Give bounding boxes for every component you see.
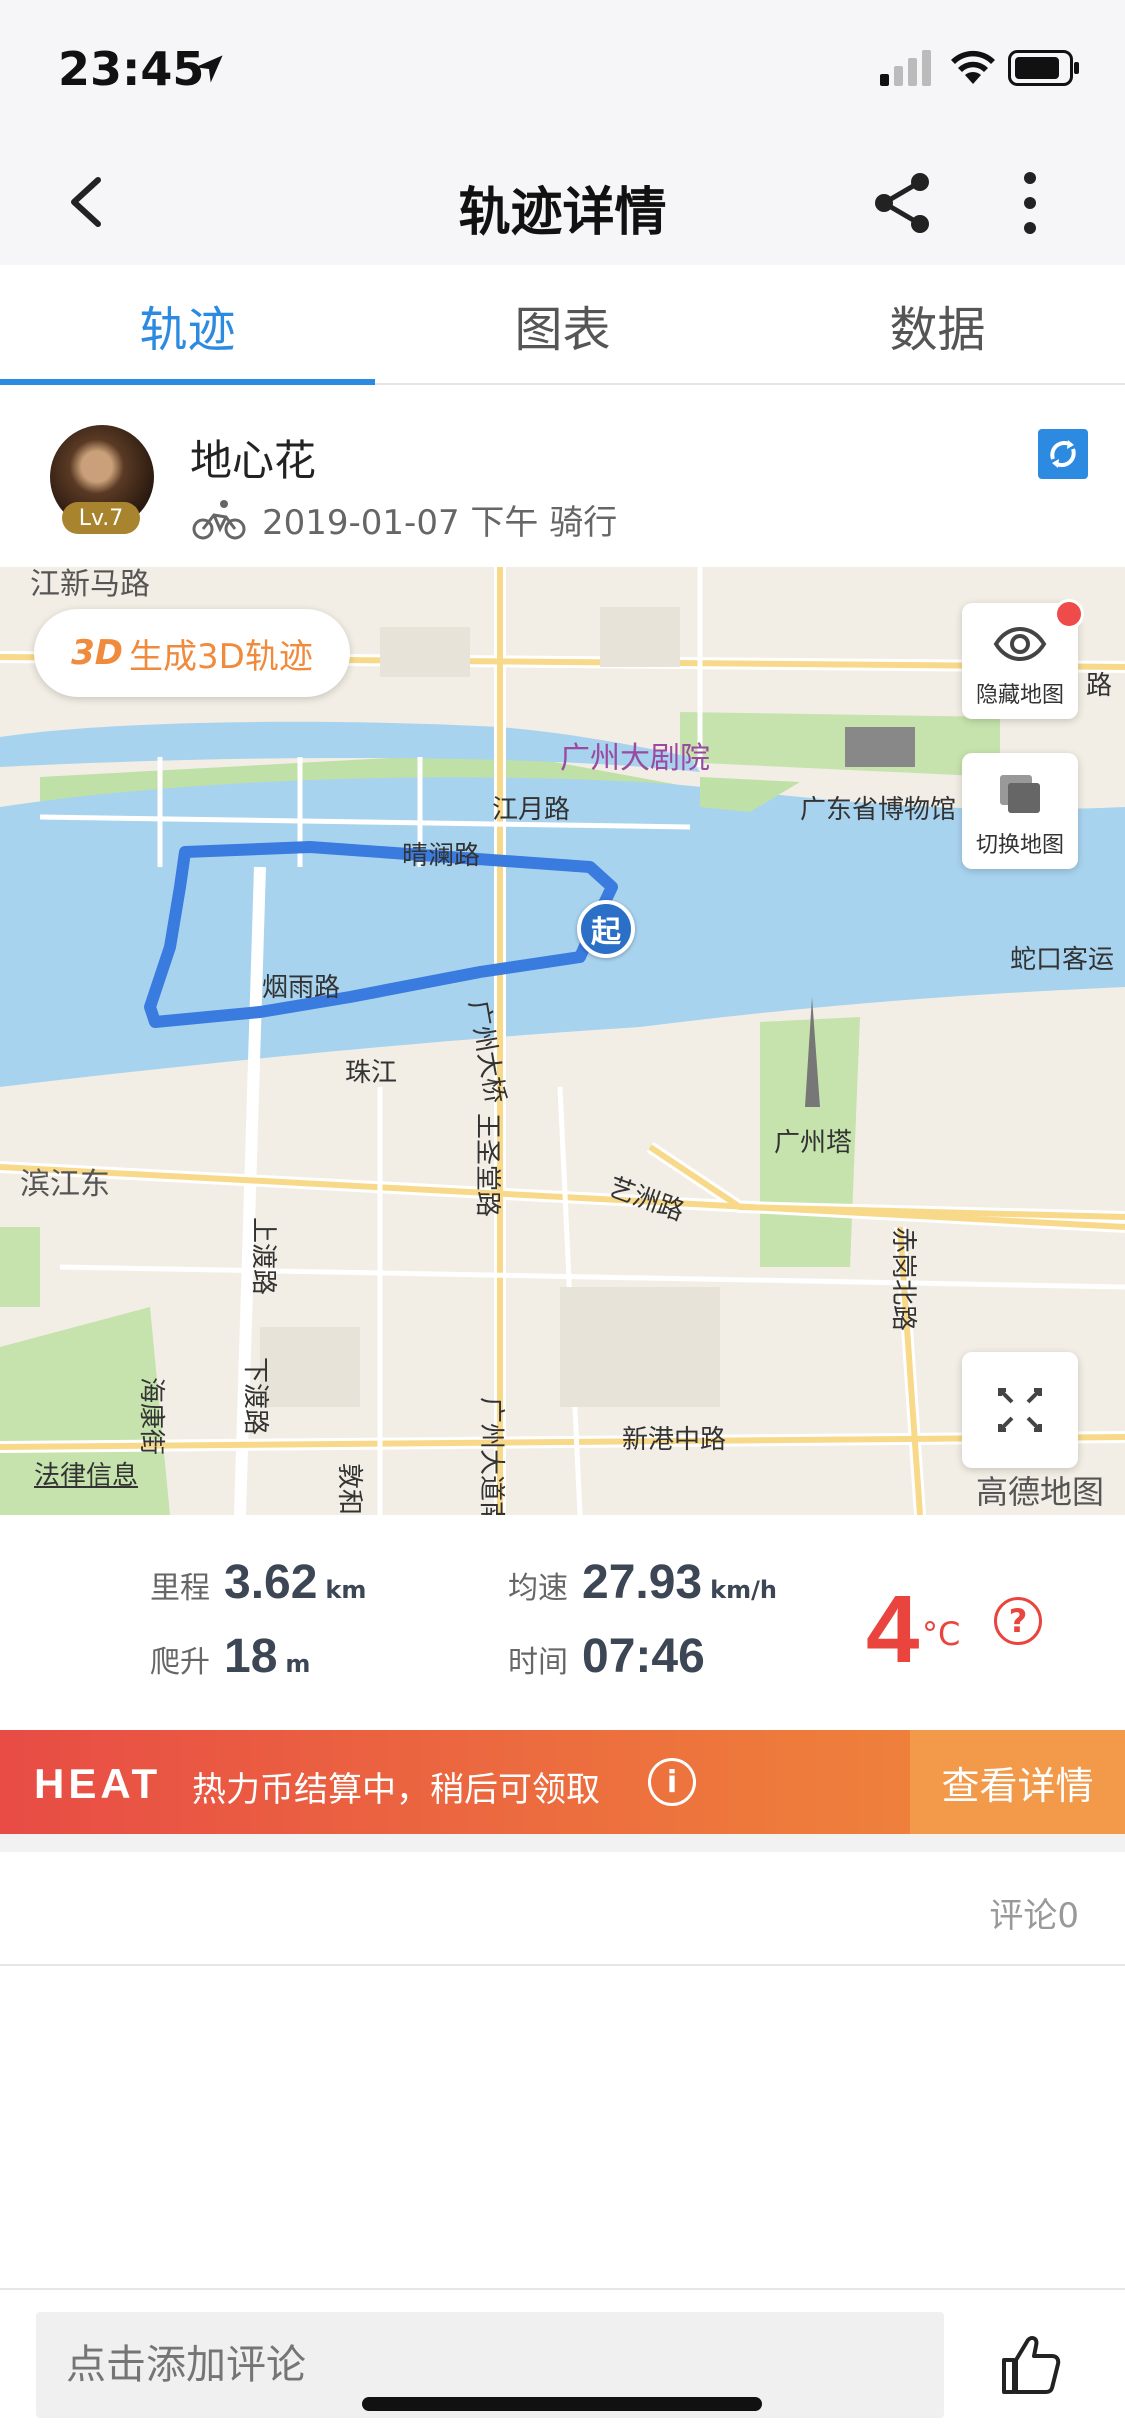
hide-map-label: 隐藏地图 <box>975 683 1064 708</box>
speed-label: 均速 <box>508 1571 568 1606</box>
bicycle-icon <box>192 500 246 540</box>
climb-unit: m <box>285 1650 311 1678</box>
generate-3d-track-button[interactable]: 3D 生成3D轨迹 <box>34 609 350 697</box>
map-label: 下渡路 <box>240 1357 270 1436</box>
wifi-icon <box>951 50 995 84</box>
sync-button[interactable] <box>1038 429 1088 479</box>
map-base <box>0 567 1125 1515</box>
tab-bar: 轨迹 图表 数据 <box>0 265 1125 385</box>
map-label: 珠江 <box>345 1058 398 1088</box>
username[interactable]: 地心花 <box>190 427 316 488</box>
climb-value: 18 <box>224 1630 278 1683</box>
nav-bar: 轨迹详情 <box>0 140 1125 265</box>
temperature-value: 4 <box>866 1576 920 1683</box>
status-bar: 23:45 <box>0 0 1125 140</box>
speed-value: 27.93 <box>582 1556 703 1609</box>
hide-map-button[interactable]: 隐藏地图 <box>962 599 1084 719</box>
distance-value: 3.62 <box>224 1556 318 1609</box>
temperature-unit: °C <box>922 1615 961 1653</box>
switch-map-label: 切换地图 <box>975 833 1064 858</box>
stat-time: 时间 07:46 <box>508 1629 705 1684</box>
map-label: 江月路 <box>492 795 571 825</box>
notification-dot <box>1054 599 1084 629</box>
tab-charts[interactable]: 图表 <box>375 265 750 385</box>
map-label: 王圣堂路 <box>472 1113 502 1218</box>
temperature-help-button[interactable]: ? <box>994 1597 1042 1645</box>
stat-distance: 里程 3.62 km <box>150 1555 366 1610</box>
level-badge: Lv.7 <box>62 502 140 534</box>
stat-climb: 爬升 18 m <box>150 1629 310 1684</box>
time-value: 07:46 <box>582 1630 705 1683</box>
section-divider <box>0 1834 1125 1852</box>
heat-banner[interactable]: HEAT 热力币结算中，稍后可领取 i 查看详情 <box>0 1730 1125 1834</box>
comment-count[interactable]: 评论0 <box>989 1888 1079 1937</box>
map-label: 上渡路 <box>248 1217 278 1296</box>
distance-label: 里程 <box>150 1571 210 1606</box>
map-label: 路 <box>1086 671 1113 701</box>
comments-header: 评论0 <box>0 1852 1125 1966</box>
map-label: 广州塔 <box>774 1128 853 1158</box>
3d-badge: 3D <box>71 633 124 673</box>
location-arrow-icon <box>195 55 223 83</box>
tab-track[interactable]: 轨迹 <box>0 265 375 385</box>
speed-unit: km/h <box>710 1576 777 1604</box>
cellular-signal-icon <box>880 50 931 86</box>
ride-meta: 2019-01-07 下午 骑行 <box>262 503 618 543</box>
map-label: 敦和 <box>334 1463 364 1515</box>
heat-message: 热力币结算中，稍后可领取 <box>192 1770 600 1810</box>
distance-unit: km <box>325 1576 367 1604</box>
map-label: 广州大道南 <box>476 1397 506 1515</box>
ride-stats: 里程 3.62 km 均速 27.93 km/h 爬升 18 m 时间 07:4… <box>0 1515 1125 1730</box>
map-provider-logo: 高德地图 <box>976 1473 1105 1511</box>
map-label: 广东省博物馆 <box>800 795 957 825</box>
status-time: 23:45 <box>58 42 205 96</box>
user-row: Lv.7 地心花 2019-01-07 下午 骑行 <box>0 387 1125 567</box>
climb-label: 爬升 <box>150 1645 210 1680</box>
bottom-bar <box>0 2288 1125 2436</box>
map-label: 江新马路 <box>30 567 150 602</box>
map-label: 烟雨路 <box>262 973 341 1003</box>
info-icon[interactable]: i <box>648 1758 696 1806</box>
map-label: 海康街 <box>136 1377 166 1456</box>
map-label: 赤岗北路 <box>888 1227 918 1332</box>
heat-logo: HEAT <box>34 1760 162 1807</box>
battery-icon <box>1008 50 1079 86</box>
map-view[interactable]: 江新马路 广州大剧院 广东省博物馆 江月路 晴澜路 烟雨路 珠江 广州大桥 广州… <box>0 567 1125 1515</box>
switch-map-button[interactable]: 切换地图 <box>962 753 1078 869</box>
tab-indicator <box>0 379 375 385</box>
share-button[interactable] <box>868 168 938 238</box>
page-title: 轨迹详情 <box>458 183 667 243</box>
home-indicator <box>362 2397 762 2411</box>
fullscreen-button[interactable] <box>962 1352 1078 1468</box>
time-label: 时间 <box>508 1645 568 1680</box>
generate-3d-label: 生成3D轨迹 <box>129 636 313 677</box>
legal-info-link[interactable]: 法律信息 <box>34 1455 138 1492</box>
stat-speed: 均速 27.93 km/h <box>508 1555 777 1610</box>
map-label: 新港中路 <box>622 1425 727 1455</box>
thumbs-up-icon[interactable] <box>994 2330 1064 2400</box>
tab-data[interactable]: 数据 <box>750 265 1125 385</box>
map-label: 滨江东 <box>20 1167 110 1202</box>
more-options-button[interactable] <box>1012 168 1048 238</box>
expand-icon <box>998 1388 1042 1432</box>
map-label: 蛇口客运 <box>1010 945 1115 975</box>
map-label: 晴澜路 <box>402 841 481 871</box>
view-details-button[interactable]: 查看详情 <box>910 1730 1125 1834</box>
layers-icon <box>1000 775 1040 813</box>
eye-icon <box>993 627 1047 661</box>
map-label: 广州大剧院 <box>560 741 710 776</box>
start-marker: 起 <box>577 900 635 958</box>
